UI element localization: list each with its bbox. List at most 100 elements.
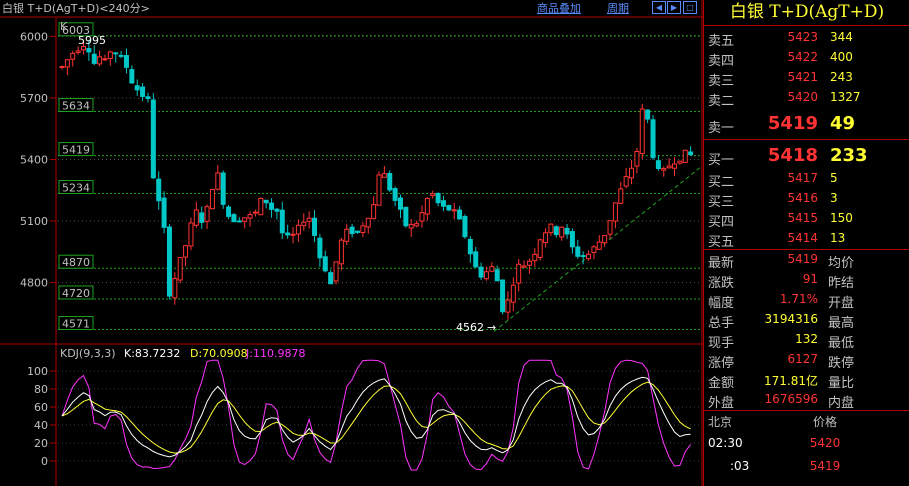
- candle[interactable]: [510, 284, 516, 303]
- candle[interactable]: [543, 232, 549, 244]
- candle[interactable]: [435, 192, 441, 204]
- candle[interactable]: [204, 206, 210, 222]
- scroll-right-icon[interactable]: ▶: [667, 1, 681, 14]
- candle[interactable]: [64, 59, 70, 68]
- candle[interactable]: [166, 226, 172, 297]
- candle[interactable]: [188, 222, 194, 247]
- bid-row[interactable]: 买五 5414 13: [704, 229, 909, 250]
- candle[interactable]: [575, 246, 581, 257]
- candle[interactable]: [677, 160, 683, 164]
- bid-row[interactable]: 买四 5415 150: [704, 209, 909, 230]
- candle[interactable]: [193, 209, 199, 226]
- candle[interactable]: [672, 163, 678, 169]
- candle[interactable]: [682, 149, 688, 163]
- candle[interactable]: [172, 278, 178, 299]
- candle[interactable]: [140, 86, 146, 97]
- candle[interactable]: [145, 96, 151, 100]
- candle[interactable]: [91, 53, 97, 64]
- candle[interactable]: [553, 226, 559, 236]
- candle[interactable]: [242, 217, 248, 222]
- candle[interactable]: [118, 54, 124, 57]
- candle[interactable]: [521, 265, 527, 268]
- candle[interactable]: [113, 52, 119, 55]
- candle[interactable]: [252, 211, 258, 214]
- candle[interactable]: [451, 209, 457, 212]
- candle[interactable]: [408, 223, 414, 229]
- candle[interactable]: [650, 119, 656, 159]
- candle[interactable]: [602, 235, 608, 244]
- candle[interactable]: [263, 199, 269, 204]
- candle[interactable]: [661, 168, 667, 171]
- candle[interactable]: [397, 197, 403, 210]
- candle[interactable]: [349, 226, 355, 235]
- candle[interactable]: [526, 260, 532, 266]
- kline-chart[interactable]: 6003563454195234487047204571 60005700540…: [0, 0, 703, 486]
- candle[interactable]: [301, 221, 307, 227]
- candle[interactable]: [618, 188, 624, 204]
- scroll-left-icon[interactable]: ◀: [652, 1, 666, 14]
- candle[interactable]: [161, 197, 167, 228]
- candle[interactable]: [365, 217, 371, 228]
- candle[interactable]: [424, 197, 430, 215]
- candle[interactable]: [462, 216, 468, 238]
- candle[interactable]: [317, 237, 323, 259]
- candle[interactable]: [75, 50, 81, 53]
- candle[interactable]: [129, 69, 135, 84]
- candle[interactable]: [156, 178, 162, 202]
- bid-row[interactable]: 买三 5416 3: [704, 189, 909, 210]
- candle[interactable]: [306, 217, 312, 222]
- candle[interactable]: [457, 209, 463, 220]
- candle[interactable]: [134, 85, 140, 91]
- candle[interactable]: [97, 56, 103, 65]
- candle[interactable]: [629, 167, 635, 179]
- candle[interactable]: [473, 251, 479, 268]
- candle[interactable]: [446, 205, 452, 211]
- candle[interactable]: [150, 99, 156, 179]
- candle[interactable]: [634, 150, 640, 167]
- candle[interactable]: [440, 200, 446, 207]
- ask-row[interactable]: 卖三 5421 243: [704, 68, 909, 89]
- candle[interactable]: [80, 46, 86, 51]
- candle[interactable]: [123, 55, 129, 68]
- candle[interactable]: [231, 214, 237, 223]
- candle[interactable]: [537, 239, 543, 258]
- candle[interactable]: [226, 206, 232, 217]
- candle[interactable]: [580, 255, 586, 258]
- candle[interactable]: [655, 160, 661, 170]
- candle[interactable]: [338, 239, 344, 265]
- candle[interactable]: [215, 172, 221, 190]
- candle[interactable]: [274, 208, 280, 212]
- candle[interactable]: [586, 253, 592, 260]
- candle[interactable]: [344, 228, 350, 242]
- candle[interactable]: [387, 173, 393, 191]
- candle[interactable]: [596, 241, 602, 250]
- candle[interactable]: [516, 263, 522, 284]
- candle[interactable]: [258, 197, 264, 216]
- candle[interactable]: [177, 257, 183, 281]
- candle[interactable]: [312, 217, 318, 236]
- candle[interactable]: [500, 279, 506, 313]
- candle[interactable]: [220, 172, 226, 205]
- candle[interactable]: [419, 212, 425, 222]
- candle[interactable]: [355, 230, 361, 233]
- candle[interactable]: [645, 109, 651, 120]
- candle[interactable]: [183, 245, 189, 258]
- candle[interactable]: [607, 220, 613, 235]
- candle[interactable]: [483, 271, 489, 280]
- candle[interactable]: [666, 165, 672, 169]
- candle[interactable]: [403, 206, 409, 227]
- candle[interactable]: [199, 212, 205, 223]
- candle[interactable]: [209, 188, 215, 210]
- zoom-icon[interactable]: □: [683, 1, 697, 14]
- candle[interactable]: [247, 213, 253, 219]
- candle[interactable]: [559, 226, 565, 238]
- ask-row[interactable]: 卖四 5422 400: [704, 48, 909, 69]
- candlesticks[interactable]: [59, 39, 694, 321]
- candle[interactable]: [269, 202, 275, 210]
- candle[interactable]: [328, 272, 334, 285]
- candle[interactable]: [70, 52, 76, 60]
- ask-row-best[interactable]: 卖一 5419 49: [704, 112, 909, 136]
- candle[interactable]: [392, 188, 398, 201]
- candle[interactable]: [494, 269, 500, 282]
- candle[interactable]: [623, 176, 629, 187]
